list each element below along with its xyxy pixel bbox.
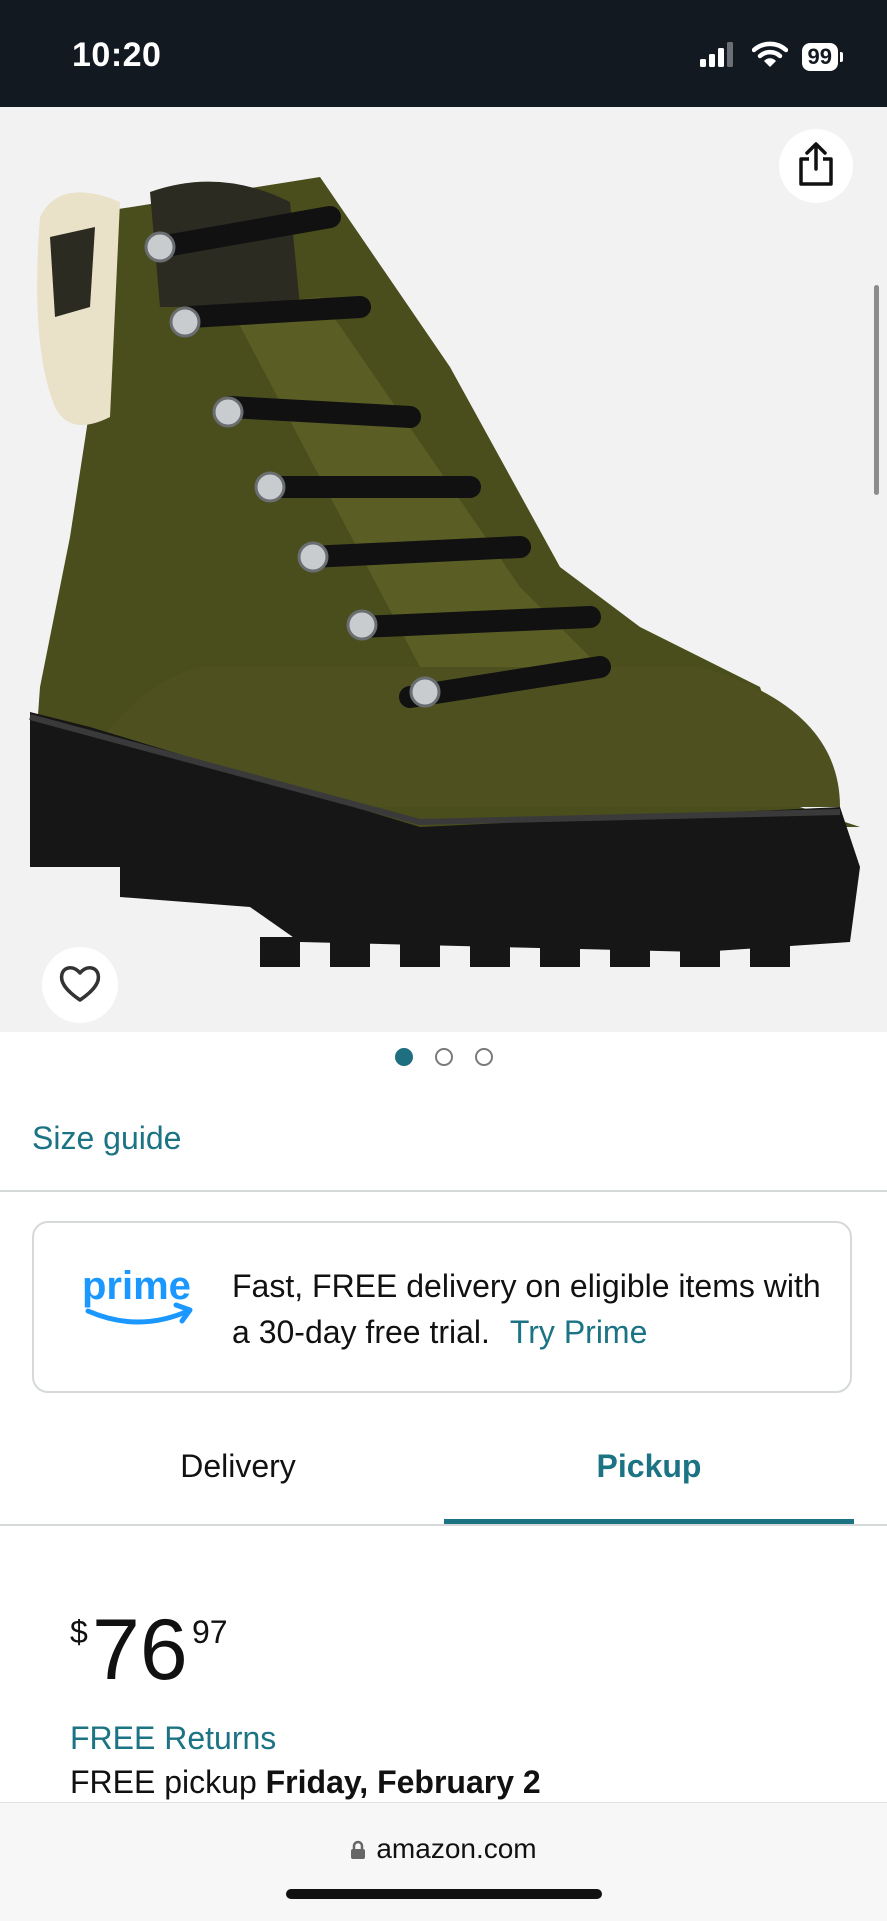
lock-icon bbox=[350, 1835, 366, 1867]
share-icon bbox=[796, 141, 836, 192]
prime-logo-text: prime bbox=[82, 1264, 191, 1308]
free-returns-link[interactable]: FREE Returns bbox=[70, 1720, 276, 1757]
carousel-dots bbox=[0, 1048, 887, 1066]
boot-image[interactable] bbox=[0, 107, 887, 1032]
prime-banner[interactable]: prime Fast, FREE delivery on eligible it… bbox=[32, 1221, 852, 1393]
browser-bottom-bar: amazon.com bbox=[0, 1802, 887, 1921]
battery-icon: 99 bbox=[801, 42, 843, 71]
url-text: amazon.com bbox=[376, 1833, 537, 1864]
tab-pickup[interactable]: Pickup bbox=[444, 1448, 854, 1485]
pickup-prefix: FREE pickup bbox=[70, 1764, 266, 1800]
address-bar[interactable]: amazon.com bbox=[0, 1833, 887, 1867]
price-whole: 76 bbox=[92, 1602, 188, 1698]
battery-level: 99 bbox=[801, 42, 838, 71]
price-currency: $ bbox=[70, 1614, 88, 1650]
try-prime-link[interactable]: Try Prime bbox=[510, 1314, 647, 1350]
tab-active-underline bbox=[444, 1519, 854, 1524]
cellular-signal-icon bbox=[699, 41, 738, 72]
status-icons: 99 bbox=[699, 40, 843, 73]
prime-message: Fast, FREE delivery on eligible items wi… bbox=[232, 1263, 832, 1355]
pickup-info: FREE pickup Friday, February 2 bbox=[70, 1764, 541, 1801]
home-indicator[interactable] bbox=[286, 1889, 602, 1899]
carousel-dot-3[interactable] bbox=[474, 1048, 493, 1066]
tabs-divider bbox=[0, 1524, 887, 1526]
status-bar: 10:20 99 bbox=[0, 0, 887, 107]
share-button[interactable] bbox=[779, 129, 853, 203]
scroll-indicator[interactable] bbox=[874, 285, 879, 495]
status-time: 10:20 bbox=[72, 36, 162, 74]
tab-delivery[interactable]: Delivery bbox=[0, 1448, 476, 1485]
carousel-dot-1[interactable] bbox=[394, 1048, 413, 1066]
prime-logo: prime bbox=[80, 1261, 200, 1341]
carousel-dot-2[interactable] bbox=[434, 1048, 453, 1066]
size-guide-link[interactable]: Size guide bbox=[32, 1120, 181, 1157]
pickup-date: Friday, February 2 bbox=[265, 1764, 541, 1800]
price-fraction: 97 bbox=[192, 1614, 228, 1650]
heart-icon bbox=[58, 963, 102, 1008]
wifi-icon bbox=[751, 40, 788, 73]
product-image-carousel[interactable] bbox=[0, 107, 887, 1032]
battery-tip bbox=[840, 51, 843, 62]
favorite-button[interactable] bbox=[42, 947, 118, 1023]
section-divider bbox=[0, 1190, 887, 1192]
